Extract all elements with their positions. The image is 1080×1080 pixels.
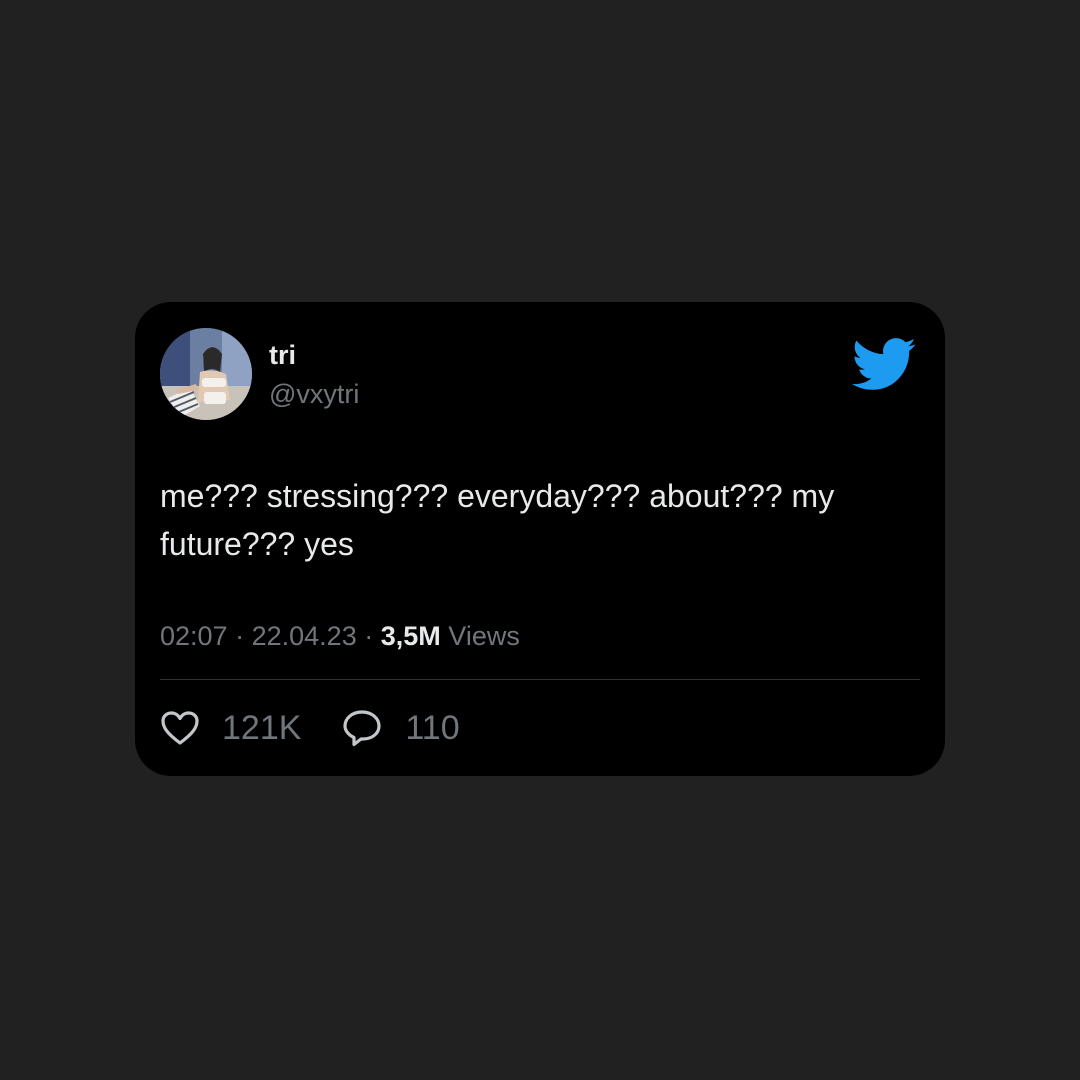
reply-count: 110 (405, 709, 460, 747)
avatar[interactable] (160, 328, 252, 420)
meta-separator: · (235, 621, 245, 651)
views-count: 3,5M (380, 621, 441, 651)
reply-button[interactable]: 110 (341, 708, 460, 748)
like-count: 121K (222, 709, 302, 747)
like-button[interactable]: 121K (160, 708, 301, 748)
divider (160, 679, 920, 680)
tweet-text: me??? stressing??? everyday??? about??? … (160, 478, 835, 562)
heart-icon (161, 711, 199, 745)
avatar-photo (160, 328, 252, 420)
tweet-meta: 02:07 · 22.04.23 · 3,5M Views (160, 619, 520, 653)
twitter-bird-icon (849, 336, 917, 392)
speech-bubble-icon (343, 710, 382, 747)
page-canvas: tri @vxytri me??? stressing??? everyday?… (0, 0, 1080, 1080)
views-label: Views (448, 621, 520, 651)
meta-separator: · (364, 621, 374, 651)
tweet-date[interactable]: 22.04.23 (252, 621, 357, 651)
tweet-time[interactable]: 02:07 (160, 621, 228, 651)
display-name[interactable]: tri (269, 338, 296, 372)
tweet-actions: 121K 110 (160, 708, 460, 748)
tweet-card[interactable]: tri @vxytri me??? stressing??? everyday?… (135, 302, 945, 776)
user-handle[interactable]: @vxytri (269, 377, 359, 411)
